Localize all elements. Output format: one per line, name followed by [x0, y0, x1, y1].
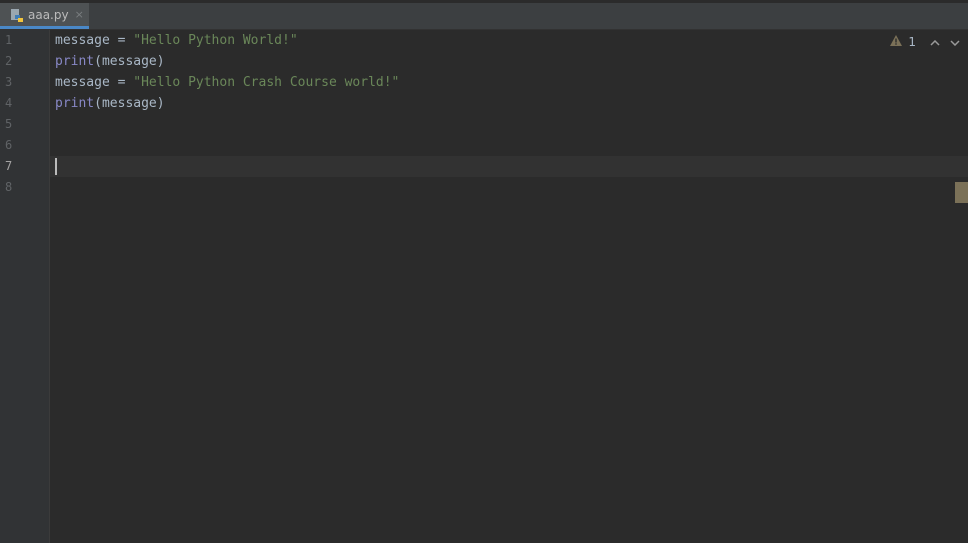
identifier-token: (message): [94, 96, 165, 111]
python-file-icon: [10, 8, 24, 22]
code-line: ​: [55, 114, 399, 135]
line-number: 6: [5, 138, 13, 152]
line-number-gutter: 1 2 3 4 5 6 7 8: [0, 30, 50, 543]
text-caret: [55, 158, 57, 175]
tab-filename: aaa.py: [28, 7, 69, 22]
keyword-token: print: [55, 96, 95, 111]
warning-count: 1: [908, 35, 916, 49]
tab-aaa-py[interactable]: aaa.py ×: [0, 3, 89, 29]
identifier-token: =: [109, 33, 134, 48]
previous-highlight-button[interactable]: [928, 36, 942, 49]
code-line: print(message): [55, 93, 399, 114]
identifier-token: message: [55, 33, 110, 48]
line-number: 3: [5, 75, 13, 89]
code-line: ​: [55, 156, 399, 177]
close-tab-icon[interactable]: ×: [75, 8, 84, 21]
line-number: 2: [5, 54, 13, 68]
string-token: "Hello Python World!": [133, 33, 298, 48]
code-line: message = "Hello Python World!": [55, 30, 399, 51]
warning-icon: [890, 35, 903, 49]
code-line: ​: [55, 135, 399, 156]
next-highlight-button[interactable]: [948, 36, 962, 49]
warning-scrollbar-marker[interactable]: [955, 182, 968, 203]
code-line: ​: [55, 177, 399, 198]
code-line: print(message): [55, 51, 399, 72]
code-editor[interactable]: message = "Hello Python World!" print(mes…: [55, 30, 399, 198]
identifier-token: =: [109, 75, 134, 90]
line-number: 7: [5, 159, 13, 173]
identifier-token: message: [55, 75, 110, 90]
keyword-token: print: [55, 54, 95, 69]
editor-tab-bar: aaa.py ×: [0, 3, 968, 30]
line-number: 4: [5, 96, 13, 110]
string-token: "Hello Python Crash Course world!": [133, 75, 400, 90]
line-number: 8: [5, 180, 13, 194]
code-line: message = "Hello Python Crash Course wor…: [55, 72, 399, 93]
inspection-widget[interactable]: 1: [890, 35, 962, 49]
identifier-token: (message): [94, 54, 165, 69]
line-number: 5: [5, 117, 13, 131]
line-number: 1: [5, 33, 13, 47]
